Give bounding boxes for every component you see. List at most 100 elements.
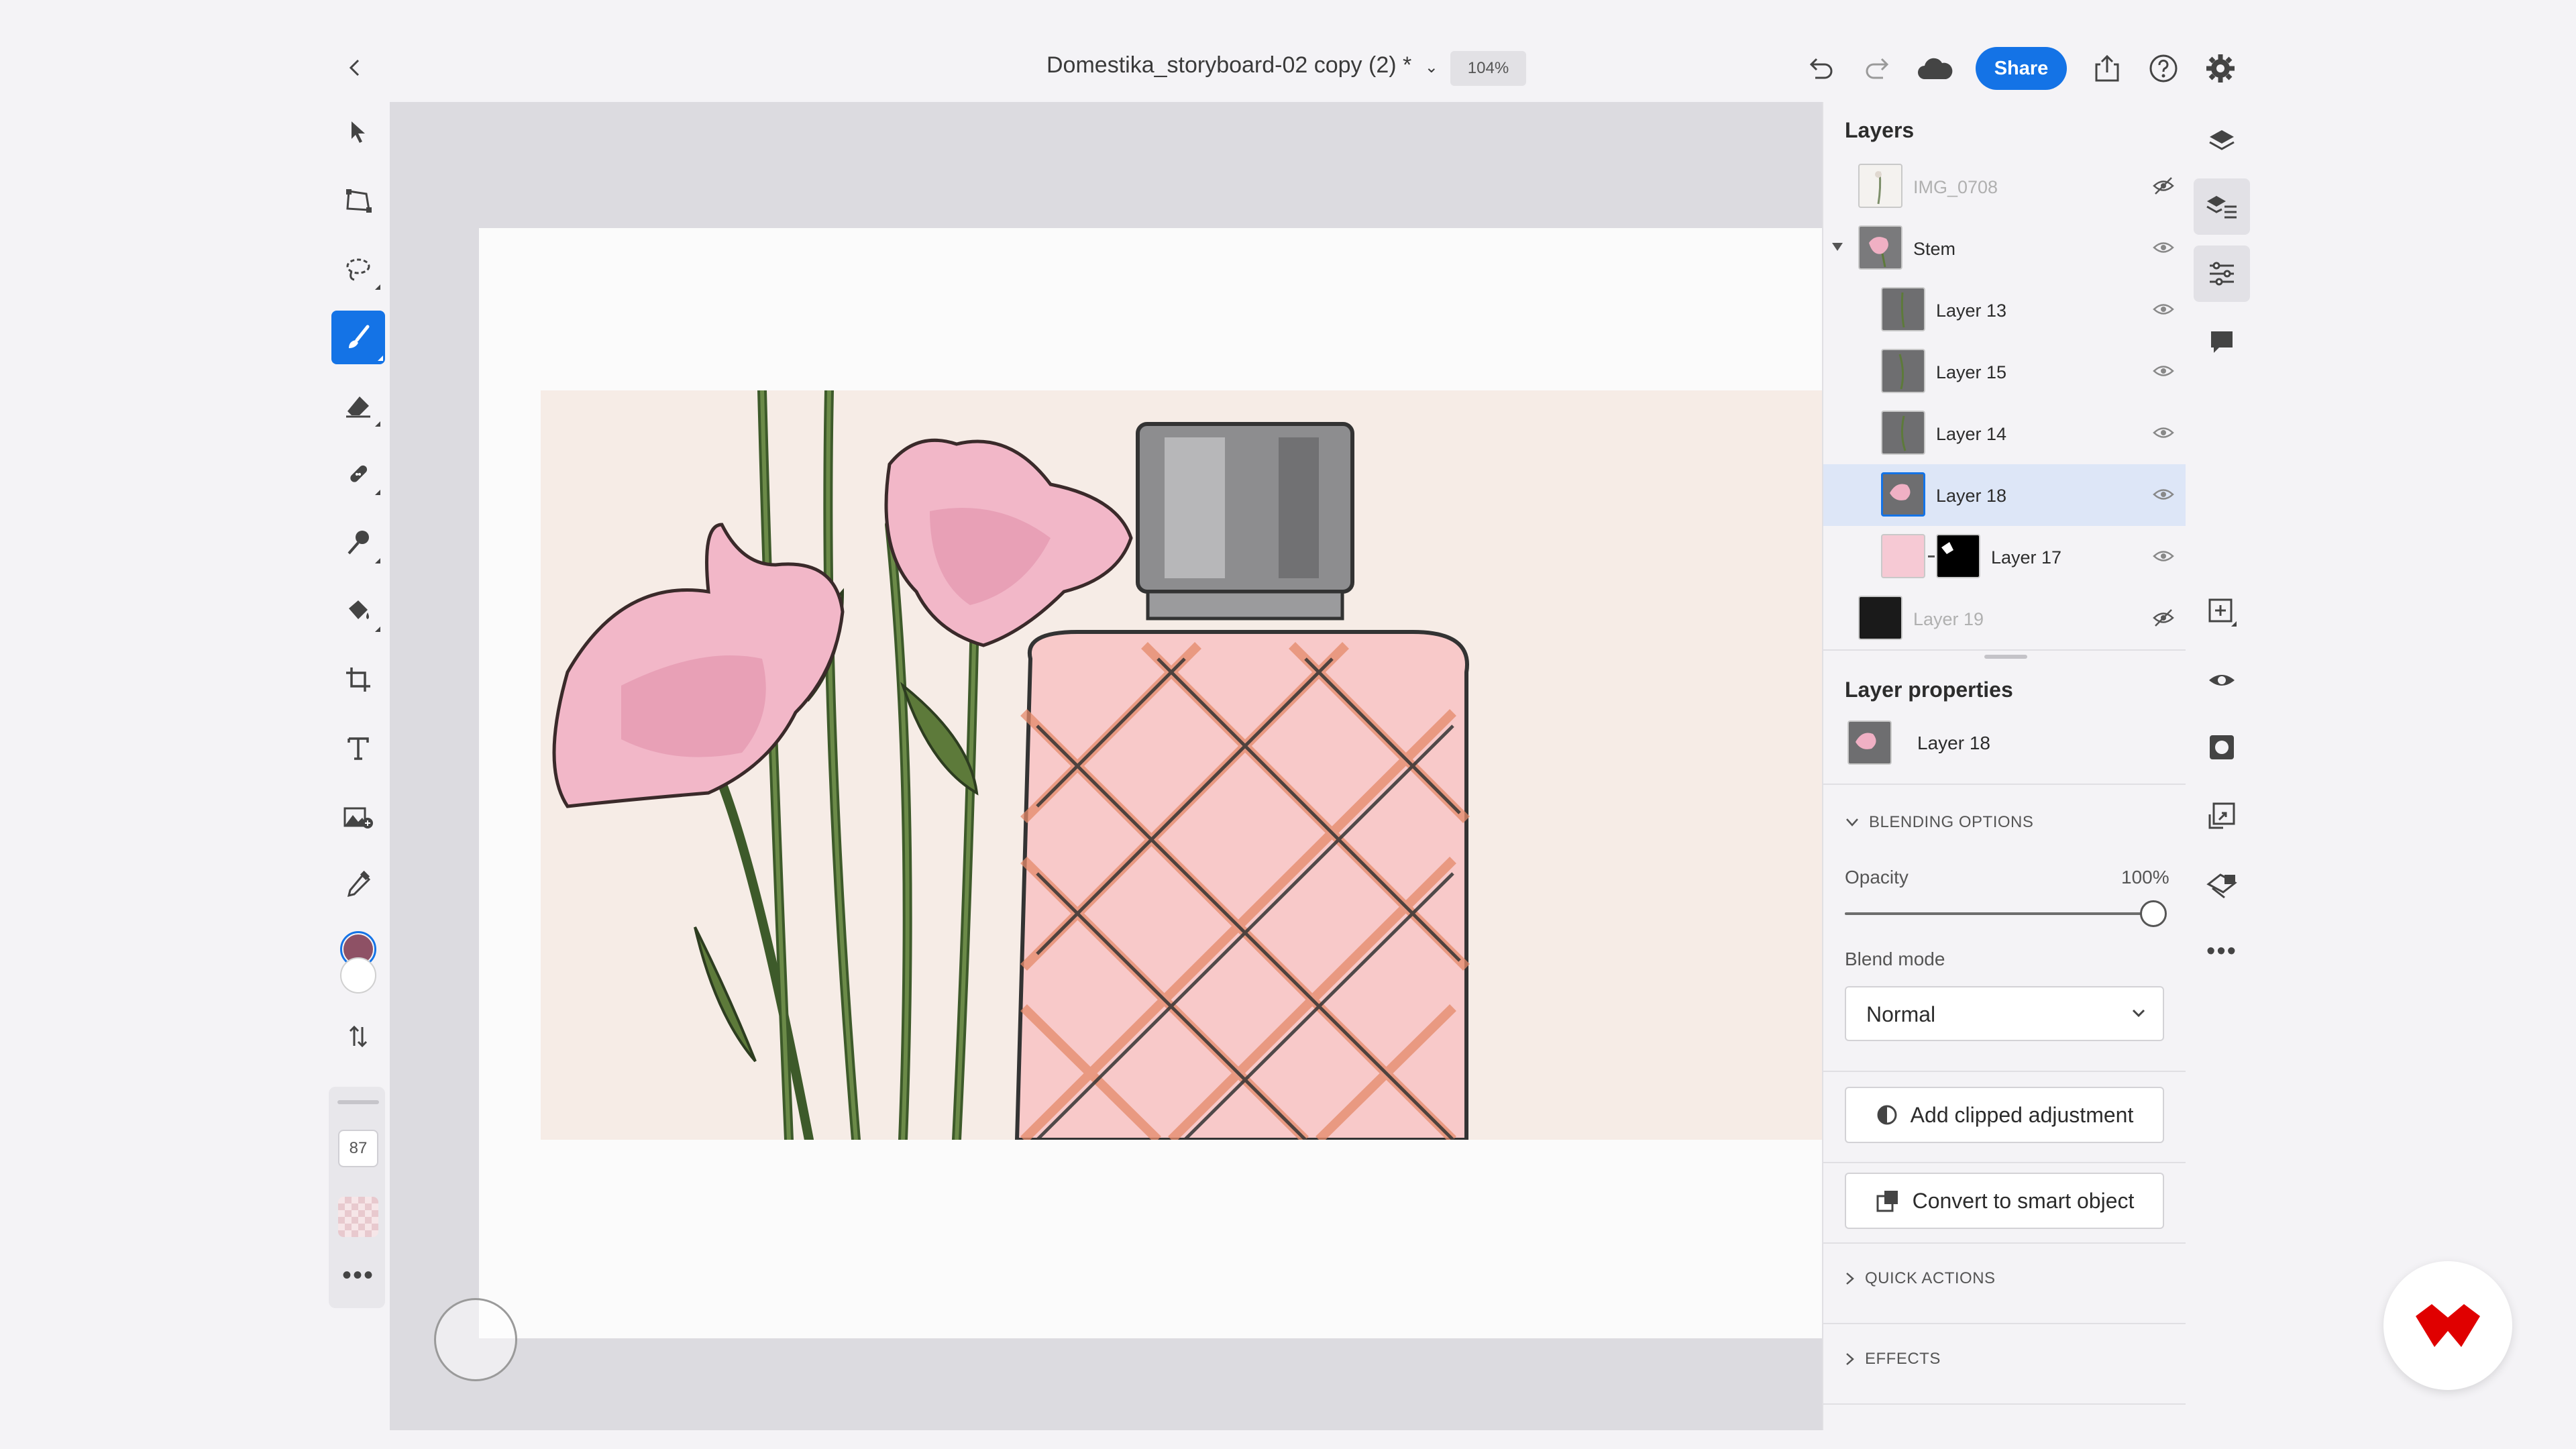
left-toolbar: 87 ••• (327, 102, 390, 1309)
layers-stack-icon[interactable] (2194, 113, 2250, 169)
lock-layer-icon[interactable] (2194, 856, 2250, 912)
share-button[interactable]: Share (1976, 47, 2067, 90)
layer-row-layer-19[interactable]: Layer 19 (1823, 588, 2186, 649)
add-clipped-adjustment-button[interactable]: Add clipped adjustment (1845, 1087, 2164, 1143)
chevron-down-icon[interactable]: ⌄ (1425, 58, 1438, 76)
layer-thumbnail (1881, 349, 1925, 393)
eye-visible-icon[interactable] (2152, 423, 2175, 443)
swap-arrows-icon (349, 1025, 368, 1048)
eye-visible-icon[interactable] (2152, 484, 2175, 504)
arrow-cursor-icon (352, 121, 365, 143)
zoom-level[interactable]: 104% (1450, 51, 1526, 86)
eraser-tool[interactable] (327, 376, 390, 436)
eye-visible-icon[interactable] (2152, 299, 2175, 319)
layer-thumbnail (1881, 534, 1925, 578)
divider (1823, 784, 2186, 785)
place-image-icon (343, 807, 373, 828)
more-options-icon[interactable]: ••• (2194, 923, 2250, 979)
crop-icon (346, 667, 370, 692)
layer-name: Stem (1913, 239, 1956, 259)
eye-visible-icon[interactable] (2152, 361, 2175, 381)
back-chevron-icon[interactable] (339, 51, 372, 85)
fill-tool[interactable] (327, 581, 390, 641)
layer-mask-thumbnail[interactable] (1936, 534, 1980, 578)
brush-opacity-swatch[interactable] (338, 1197, 378, 1237)
layer-thumbnail (1858, 164, 1902, 208)
logo-mark-icon (2416, 1304, 2480, 1347)
add-layer-icon[interactable] (2194, 584, 2250, 640)
crop-tool[interactable] (327, 649, 390, 710)
quick-actions-header[interactable]: QUICK ACTIONS (1845, 1269, 1996, 1288)
export-icon[interactable] (2088, 50, 2126, 87)
document-title[interactable]: Domestika_storyboard-02 copy (2) * ⌄ (1046, 52, 1438, 78)
divider (1823, 1071, 2186, 1072)
blend-mode-dropdown[interactable]: Normal (1845, 986, 2164, 1041)
eye-visible-icon[interactable] (2152, 237, 2175, 258)
background-color-swatch[interactable] (327, 955, 390, 996)
layer-row-layer-13[interactable]: Layer 13 (1823, 279, 2186, 341)
layer-row-layer-18[interactable]: Layer 18 (1823, 464, 2186, 526)
layer-name: Layer 13 (1936, 301, 2007, 321)
clip-to-layer-icon[interactable] (2194, 788, 2250, 844)
visibility-eye-icon[interactable] (2194, 652, 2250, 708)
document-title-text: Domestika_storyboard-02 copy (2) * (1046, 52, 1412, 78)
comments-icon[interactable] (2194, 314, 2250, 370)
brush-tool[interactable] (327, 307, 390, 368)
layer-row-layer-17[interactable]: Layer 17 (1823, 526, 2186, 588)
effects-label: EFFECTS (1865, 1350, 1941, 1368)
eye-hidden-icon[interactable] (2152, 608, 2175, 628)
eyedropper-icon (347, 870, 371, 898)
layer-thumbnail (1881, 411, 1925, 455)
text-tool[interactable] (327, 718, 390, 778)
undo-icon[interactable] (1803, 51, 1838, 86)
paint-bucket-icon (349, 600, 369, 619)
cloud-icon[interactable] (1914, 50, 1955, 87)
brush-icon (349, 325, 370, 348)
adjustment-circle-icon (1877, 1105, 1897, 1125)
divider (1823, 1323, 2186, 1324)
layer-properties-title: Layer properties (1845, 678, 2013, 702)
lasso-icon (346, 258, 370, 281)
layer-name: Layer 15 (1936, 362, 2007, 382)
opacity-slider-track[interactable] (1845, 912, 2153, 915)
divider (1823, 1242, 2186, 1244)
help-icon[interactable] (2145, 50, 2182, 87)
brush-size-slider-handle[interactable] (337, 1100, 379, 1104)
blending-options-label: BLENDING OPTIONS (1869, 813, 2034, 831)
layer-row-img-0708[interactable]: IMG_0708 (1823, 156, 2186, 217)
more-tools-icon[interactable]: ••• (338, 1258, 378, 1292)
eyedropper-tool[interactable] (327, 855, 390, 915)
chevron-down-icon (1846, 818, 1858, 826)
layer-mask-icon[interactable] (2194, 719, 2250, 775)
convert-to-smart-object-button[interactable]: Convert to smart object (1845, 1173, 2164, 1229)
layer-row-layer-15[interactable]: Layer 15 (1823, 341, 2186, 402)
panel-resize-handle[interactable] (1984, 655, 2027, 659)
redo-icon[interactable] (1860, 51, 1895, 86)
layer-details-icon[interactable] (2194, 178, 2250, 235)
eye-visible-icon[interactable] (2152, 546, 2175, 566)
settings-gear-icon[interactable] (2202, 50, 2239, 87)
brush-size-value[interactable]: 87 (338, 1130, 378, 1167)
eye-hidden-icon[interactable] (2152, 176, 2175, 196)
divider (1823, 1403, 2186, 1405)
healing-tool[interactable] (327, 444, 390, 504)
blending-options-header[interactable]: BLENDING OPTIONS (1845, 813, 2033, 832)
group-expand-triangle-icon[interactable] (1831, 241, 1843, 252)
layer-thumbnail (1858, 596, 1902, 640)
swap-colors-button[interactable] (327, 1006, 390, 1067)
transform-tool[interactable] (327, 170, 390, 231)
smudge-tool[interactable] (327, 513, 390, 573)
add-clipped-label: Add clipped adjustment (1910, 1102, 2134, 1127)
layer-name: Layer 19 (1913, 609, 1984, 629)
convert-smart-label: Convert to smart object (1912, 1188, 2135, 1213)
lasso-tool[interactable] (327, 239, 390, 299)
properties-sliders-icon[interactable] (2194, 246, 2250, 302)
effects-header[interactable]: EFFECTS (1845, 1350, 1941, 1368)
layer-row-stem-group[interactable]: Stem (1823, 217, 2186, 279)
quick-actions-label: QUICK ACTIONS (1865, 1269, 1996, 1287)
layer-row-layer-14[interactable]: Layer 14 (1823, 402, 2186, 464)
place-image-tool[interactable] (327, 786, 390, 847)
opacity-slider-knob[interactable] (2140, 900, 2167, 927)
select-tool[interactable] (327, 102, 390, 162)
artwork-image[interactable] (541, 390, 1822, 1140)
